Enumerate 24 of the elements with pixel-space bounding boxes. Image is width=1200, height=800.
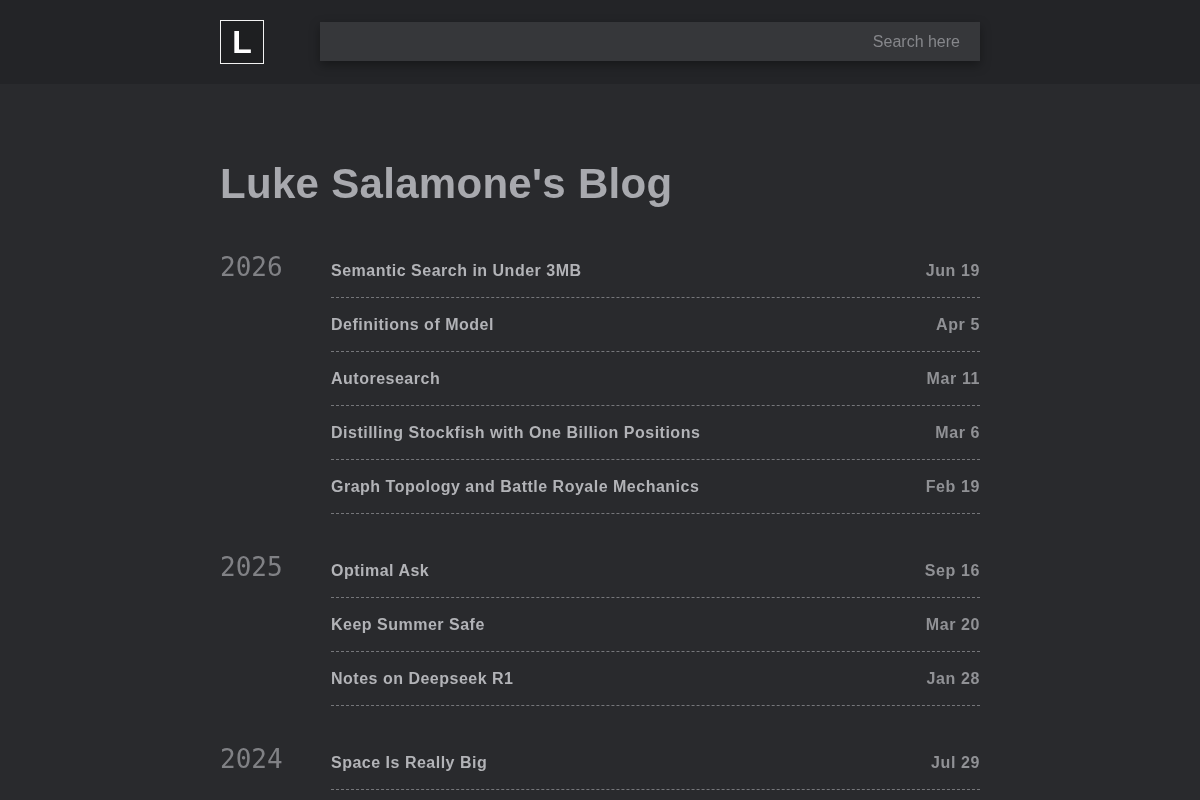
post-date: Jul 29 <box>931 753 980 772</box>
post-link[interactable]: Graph Topology and Battle Royale Mechanics <box>331 477 700 496</box>
post-link[interactable]: Semantic Search in Under 3MB <box>331 261 582 280</box>
search-field[interactable]: Search here <box>320 22 980 61</box>
post-date: Apr 5 <box>936 315 980 334</box>
post-link[interactable]: Notes on Deepseek R1 <box>331 669 514 688</box>
post-link[interactable]: Optimal Ask <box>331 561 430 580</box>
post-date: Mar 6 <box>935 423 980 442</box>
year-heading: 2025 <box>220 551 284 584</box>
post-link[interactable]: Distilling Stockfish with One Billion Positions <box>331 423 701 442</box>
year-heading: 2026 <box>220 251 284 284</box>
post-link[interactable]: Space Is Really Big <box>331 753 488 772</box>
post-date: Sep 16 <box>924 561 980 580</box>
post-date: Jun 19 <box>925 261 980 280</box>
post-link[interactable]: Autoresearch <box>331 369 441 388</box>
post-date: Mar 20 <box>925 615 980 634</box>
logo[interactable]: L <box>220 20 264 64</box>
post-link[interactable]: Keep Summer Safe <box>331 615 485 634</box>
post-date: Feb 19 <box>925 477 980 496</box>
year-heading: 2024 <box>220 743 284 776</box>
post-date: Mar 11 <box>926 369 980 388</box>
blog-title: Luke Salamone's Blog <box>220 159 673 209</box>
post-date: Jan 28 <box>926 669 980 688</box>
post-link[interactable]: Definitions of Model <box>331 315 494 334</box>
